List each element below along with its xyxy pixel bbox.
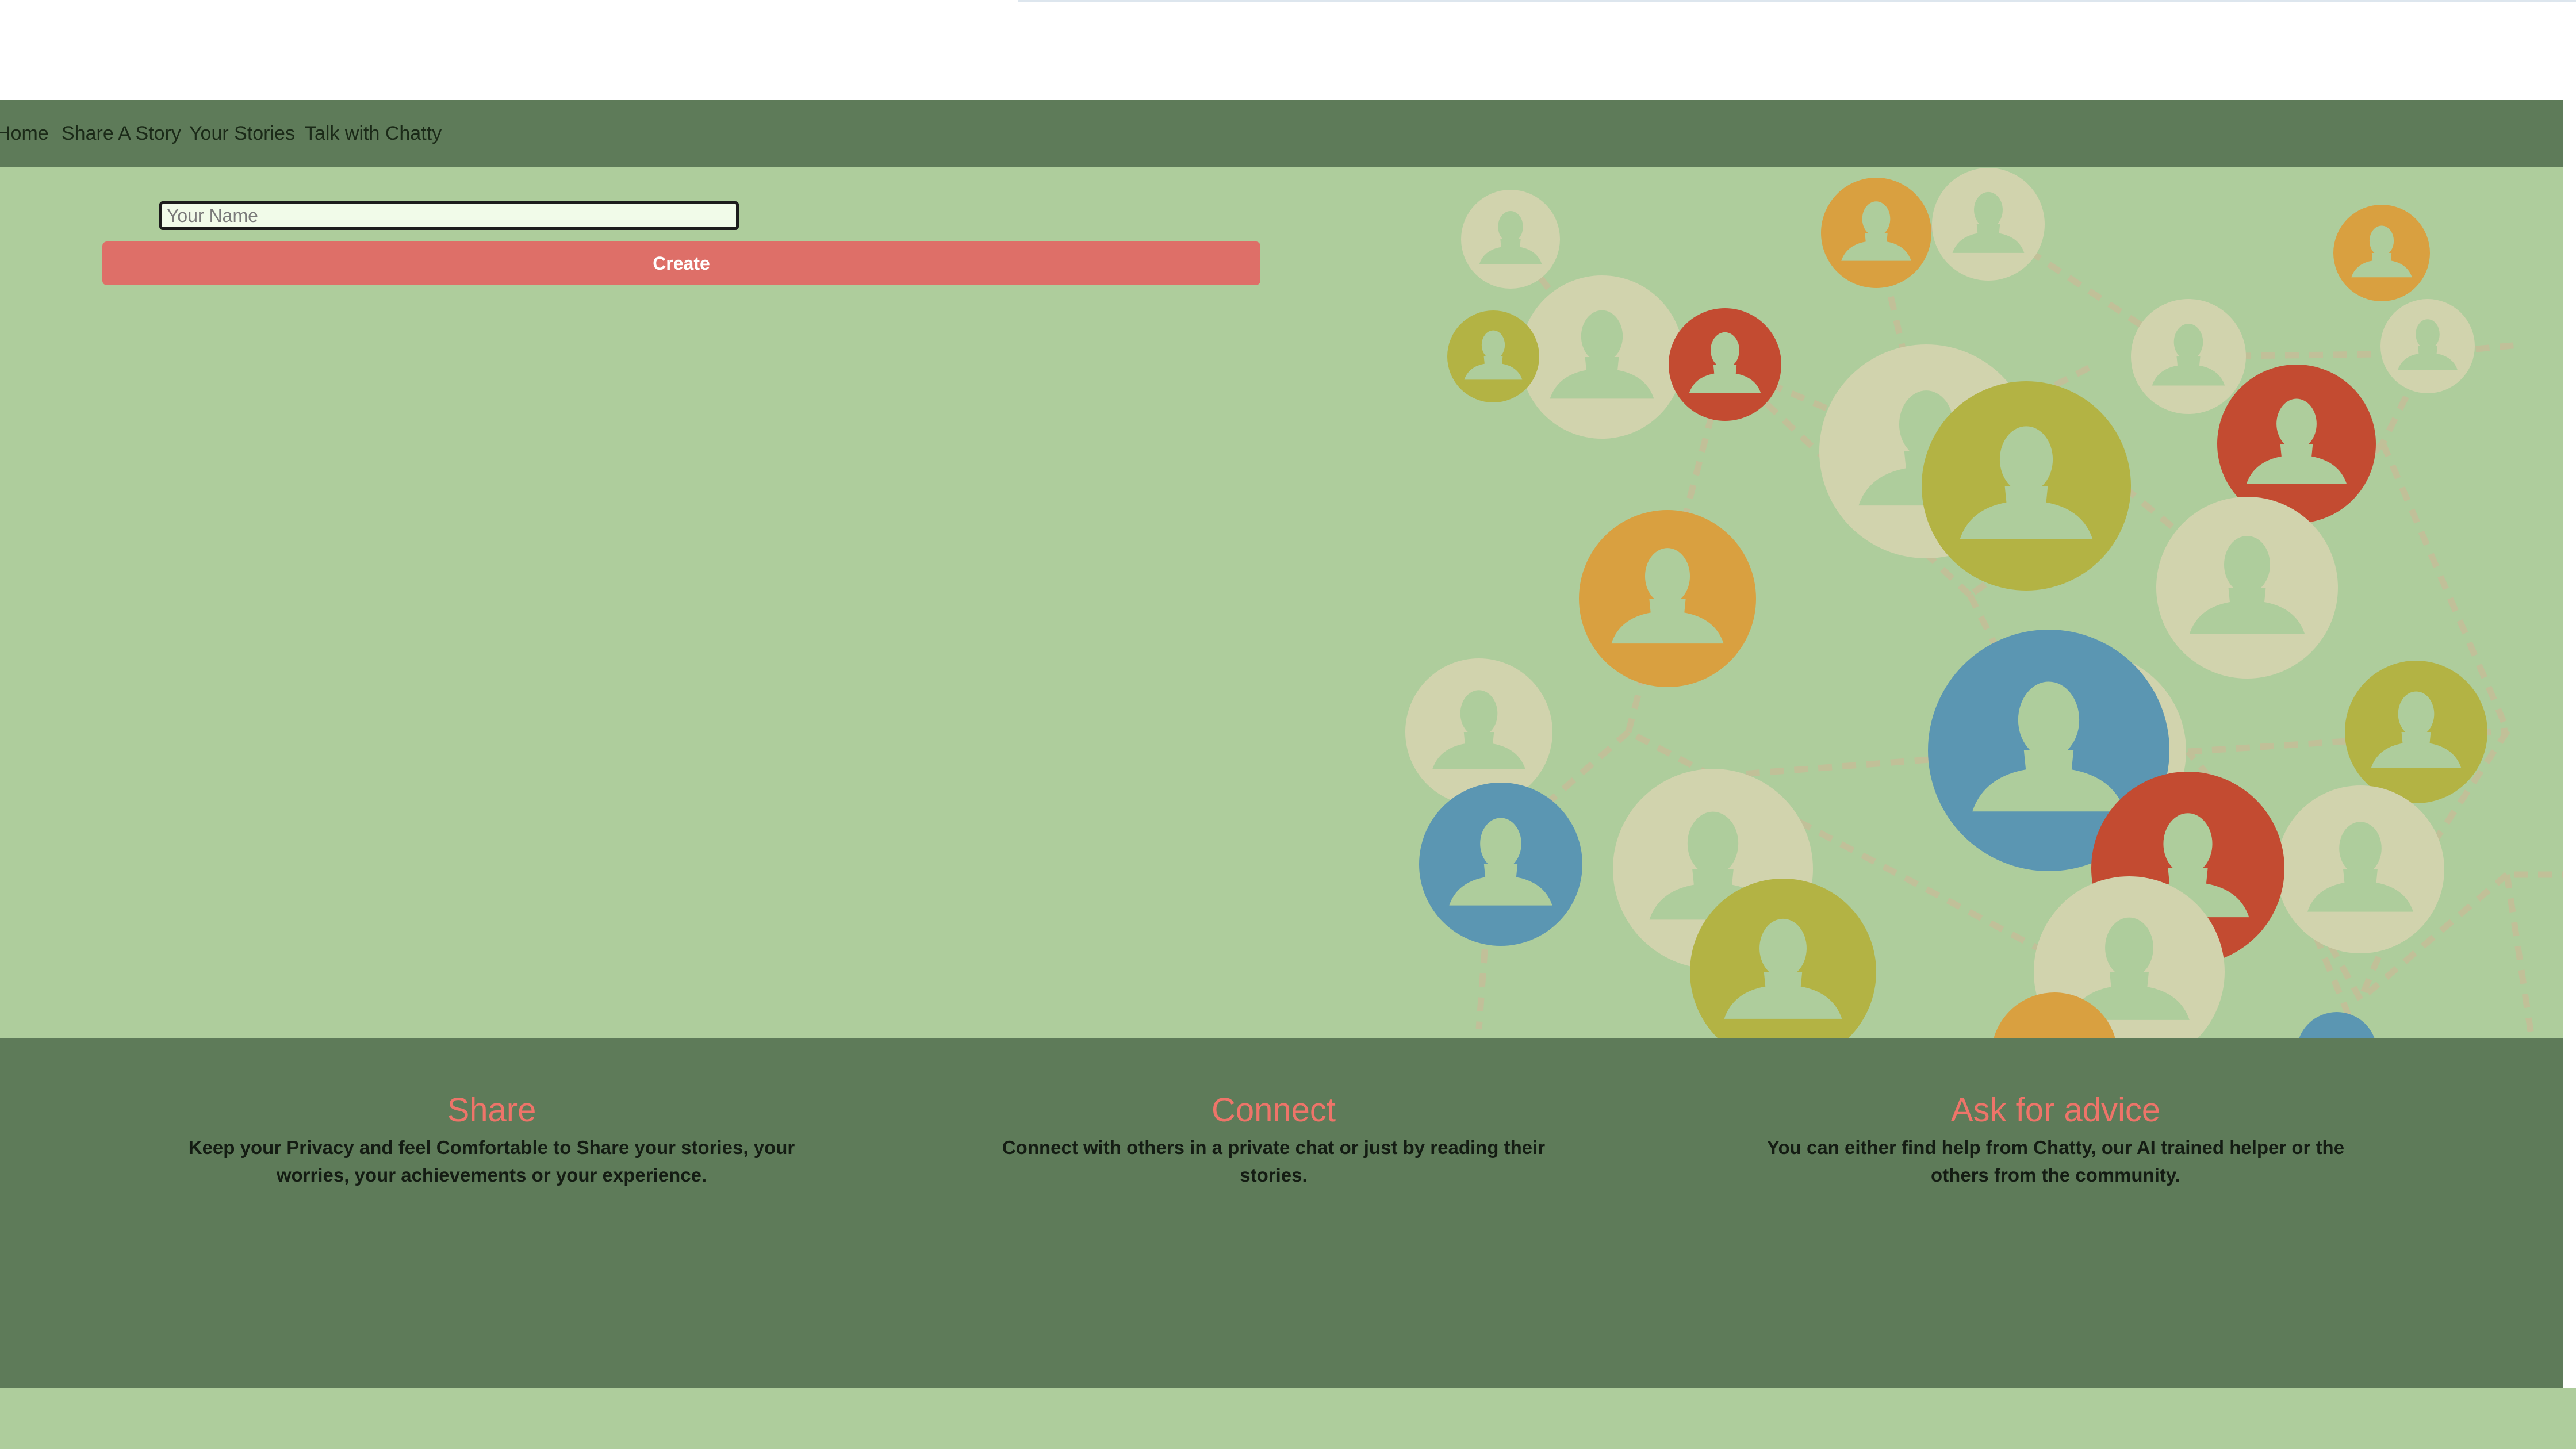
- feature-ask-for-advice: Ask for advice You can either find help …: [1742, 1090, 2369, 1189]
- create-button[interactable]: Create: [102, 241, 1260, 285]
- navbar: Home Share A Story Your Stories Talk wit…: [0, 100, 2563, 167]
- nav-home-link[interactable]: Home: [0, 100, 49, 167]
- name-input[interactable]: [159, 201, 739, 230]
- scrollbar-track[interactable]: [2563, 100, 2576, 1388]
- feature-title: Connect: [1211, 1091, 1336, 1129]
- nav-talk-with-chatty-link[interactable]: Talk with Chatty: [305, 100, 442, 167]
- feature-description: Keep your Privacy and feel Comfortable t…: [188, 1137, 795, 1186]
- feature-connect: Connect Connect with others in a private…: [977, 1090, 1570, 1189]
- browser-top-area: [0, 0, 2576, 100]
- main-section: Create: [0, 167, 2563, 1038]
- feature-share: Share Keep your Privacy and feel Comfort…: [161, 1090, 822, 1189]
- people-network-icon: [1405, 168, 2563, 1038]
- nav-share-story-link[interactable]: Share A Story: [62, 100, 181, 167]
- top-divider: [1018, 0, 2576, 2]
- feature-title: Ask for advice: [1950, 1091, 2161, 1129]
- feature-description: Connect with others in a private chat or…: [1002, 1137, 1546, 1186]
- features-section: Share Keep your Privacy and feel Comfort…: [0, 1038, 2563, 1388]
- nav-your-stories-link[interactable]: Your Stories: [189, 100, 295, 167]
- page-bottom: [0, 1388, 2576, 1449]
- feature-description: You can either find help from Chatty, ou…: [1766, 1137, 2345, 1186]
- feature-title: Share: [447, 1091, 536, 1129]
